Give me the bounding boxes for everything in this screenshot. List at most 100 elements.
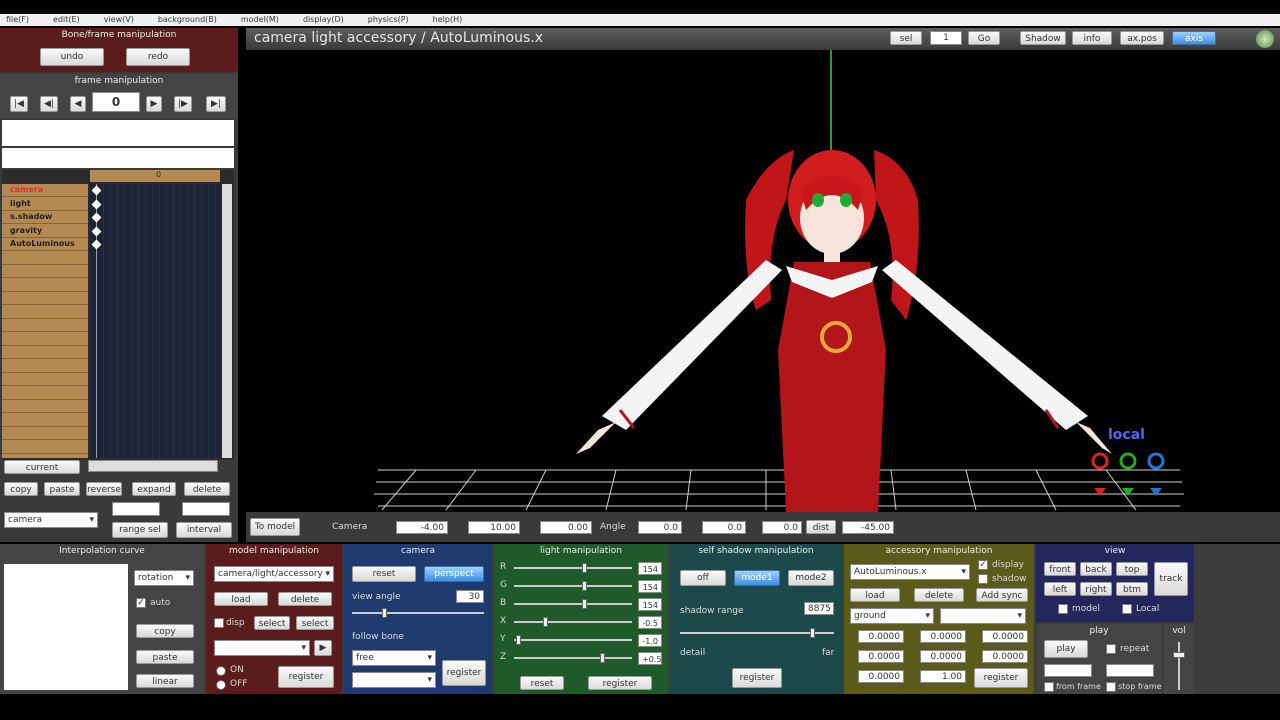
prev-frame-button[interactable]: ◀ (70, 96, 86, 112)
menu-item[interactable]: view(V) (104, 14, 134, 26)
keyframe-marker[interactable] (91, 226, 102, 236)
light-r-slider[interactable] (514, 567, 632, 569)
keyframe-marker[interactable] (91, 199, 102, 209)
paste-button[interactable]: paste (44, 482, 80, 496)
menu-item[interactable]: help(H) (433, 14, 463, 26)
expand-button[interactable]: expand (132, 482, 176, 496)
menu-item[interactable]: edit(E) (53, 14, 80, 26)
timeline-row[interactable] (2, 373, 88, 386)
bone-name-box-2[interactable] (2, 148, 234, 168)
follow-bone-sub-select[interactable] (352, 672, 436, 688)
timeline-row[interactable] (2, 360, 88, 373)
view-model-checkbox[interactable] (1058, 604, 1068, 614)
acc-ry-input[interactable]: 0.0000 (920, 650, 966, 663)
range-select-button[interactable]: range sel (112, 522, 168, 538)
view-right-button[interactable]: right (1080, 582, 1112, 596)
dist-input[interactable]: -45.00 (842, 521, 894, 534)
camera-x-input[interactable]: -4.00 (396, 521, 448, 534)
timeline-row[interactable] (2, 292, 88, 305)
model-select-button[interactable]: select (254, 616, 290, 630)
last-frame-button[interactable]: ▶| (206, 96, 226, 112)
light-g-slider-thumb[interactable] (582, 581, 588, 591)
acc-tr-input[interactable]: 1.00 (920, 670, 966, 683)
light-reset-button[interactable]: reset (520, 676, 564, 690)
timeline-row[interactable]: s.shadow (2, 211, 88, 224)
light-x-input[interactable]: -0.5 (638, 616, 662, 629)
from-frame-checkbox[interactable] (1044, 682, 1054, 692)
light-b-slider-thumb[interactable] (582, 599, 588, 609)
timeline-row[interactable] (2, 279, 88, 292)
timeline-row[interactable] (2, 427, 88, 440)
next-frame-button[interactable]: ▶ (146, 96, 162, 112)
acc-x-input[interactable]: 0.0000 (858, 630, 904, 643)
frame-number-input[interactable]: 0 (92, 92, 140, 112)
view-angle-input[interactable]: 30 (456, 590, 484, 603)
stop-frame-checkbox[interactable] (1106, 682, 1116, 692)
timeline-h-scrollbar[interactable] (88, 460, 218, 472)
shadow-mode1-button[interactable]: mode1 (734, 570, 780, 586)
keyframe-marker[interactable] (91, 212, 102, 223)
view-angle-slider-thumb[interactable] (382, 608, 387, 618)
range-start-input[interactable] (112, 502, 160, 516)
view-btm-button[interactable]: btm (1116, 582, 1148, 596)
delete-button[interactable]: delete (184, 482, 230, 496)
view-back-button[interactable]: back (1080, 562, 1112, 576)
next-key-button[interactable]: |▶ (174, 96, 192, 112)
light-z-slider-thumb[interactable] (599, 653, 605, 663)
light-b-slider[interactable] (514, 603, 632, 605)
angle-z-input[interactable]: 0.0 (762, 521, 802, 534)
play-button[interactable]: play (1044, 640, 1088, 658)
perspect-button[interactable]: perspect (424, 566, 484, 582)
go-button[interactable]: Go (968, 31, 1000, 45)
shadow-range-input[interactable]: 8875 (804, 602, 834, 615)
ik-select[interactable] (214, 640, 310, 656)
to-model-button[interactable]: To model (250, 518, 300, 536)
acc-display-checkbox[interactable]: ✓ (978, 560, 988, 570)
redo-button[interactable]: redo (126, 48, 190, 66)
timeline-grid[interactable] (90, 184, 220, 458)
view-local-checkbox[interactable] (1122, 604, 1132, 614)
menu-item[interactable]: background(B) (158, 14, 217, 26)
light-z-slider[interactable] (514, 657, 632, 659)
interp-linear-button[interactable]: linear (136, 674, 194, 688)
acc-register-button[interactable]: register (974, 668, 1028, 688)
timeline-row[interactable] (2, 414, 88, 427)
timeline-scrollbar[interactable] (222, 184, 232, 458)
repeat-checkbox[interactable] (1106, 644, 1116, 654)
acc-ground-select[interactable]: ground (850, 608, 934, 624)
camera-z-input[interactable]: 0.00 (540, 521, 592, 534)
timeline-row[interactable] (2, 441, 88, 454)
interpolation-curve-canvas[interactable] (4, 564, 128, 690)
view-angle-slider[interactable] (352, 612, 484, 614)
prev-key-button[interactable]: ◀| (40, 96, 58, 112)
range-end-input[interactable] (182, 502, 230, 516)
shadow-range-slider-thumb[interactable] (810, 628, 815, 638)
interp-copy-button[interactable]: copy (136, 624, 194, 638)
camera-register-button[interactable]: register (442, 660, 486, 686)
light-g-input[interactable]: 154 (638, 580, 662, 593)
timeline-row[interactable] (2, 265, 88, 278)
timeline-row[interactable] (2, 346, 88, 359)
view-track-button[interactable]: track (1154, 562, 1188, 596)
goto-frame-input[interactable]: 1 (930, 31, 962, 45)
3d-viewport[interactable]: local (246, 50, 1280, 512)
dist-button[interactable]: dist (806, 520, 836, 534)
current-button[interactable]: current (4, 460, 80, 474)
keyframe-marker[interactable] (91, 239, 102, 250)
light-x-slider-thumb[interactable] (542, 617, 548, 627)
acc-rz-input[interactable]: 0.0000 (982, 650, 1028, 663)
menu-item[interactable]: display(D) (303, 14, 344, 26)
menu-item[interactable]: model(M) (241, 14, 279, 26)
light-y-slider-thumb[interactable] (516, 635, 522, 645)
undo-button[interactable]: undo (40, 48, 104, 66)
light-register-button[interactable]: register (588, 676, 652, 690)
light-z-input[interactable]: +0.5 (638, 652, 662, 665)
timeline-row[interactable] (2, 333, 88, 346)
menu-item[interactable]: file(F) (6, 14, 29, 26)
view-front-button[interactable]: front (1044, 562, 1076, 576)
axis-button[interactable]: axis (1172, 31, 1216, 45)
shadow-mode2-button[interactable]: mode2 (788, 570, 834, 586)
model-register-button[interactable]: register (278, 666, 334, 688)
light-x-slider[interactable] (514, 621, 632, 623)
camera-reset-button[interactable]: reset (352, 566, 416, 582)
